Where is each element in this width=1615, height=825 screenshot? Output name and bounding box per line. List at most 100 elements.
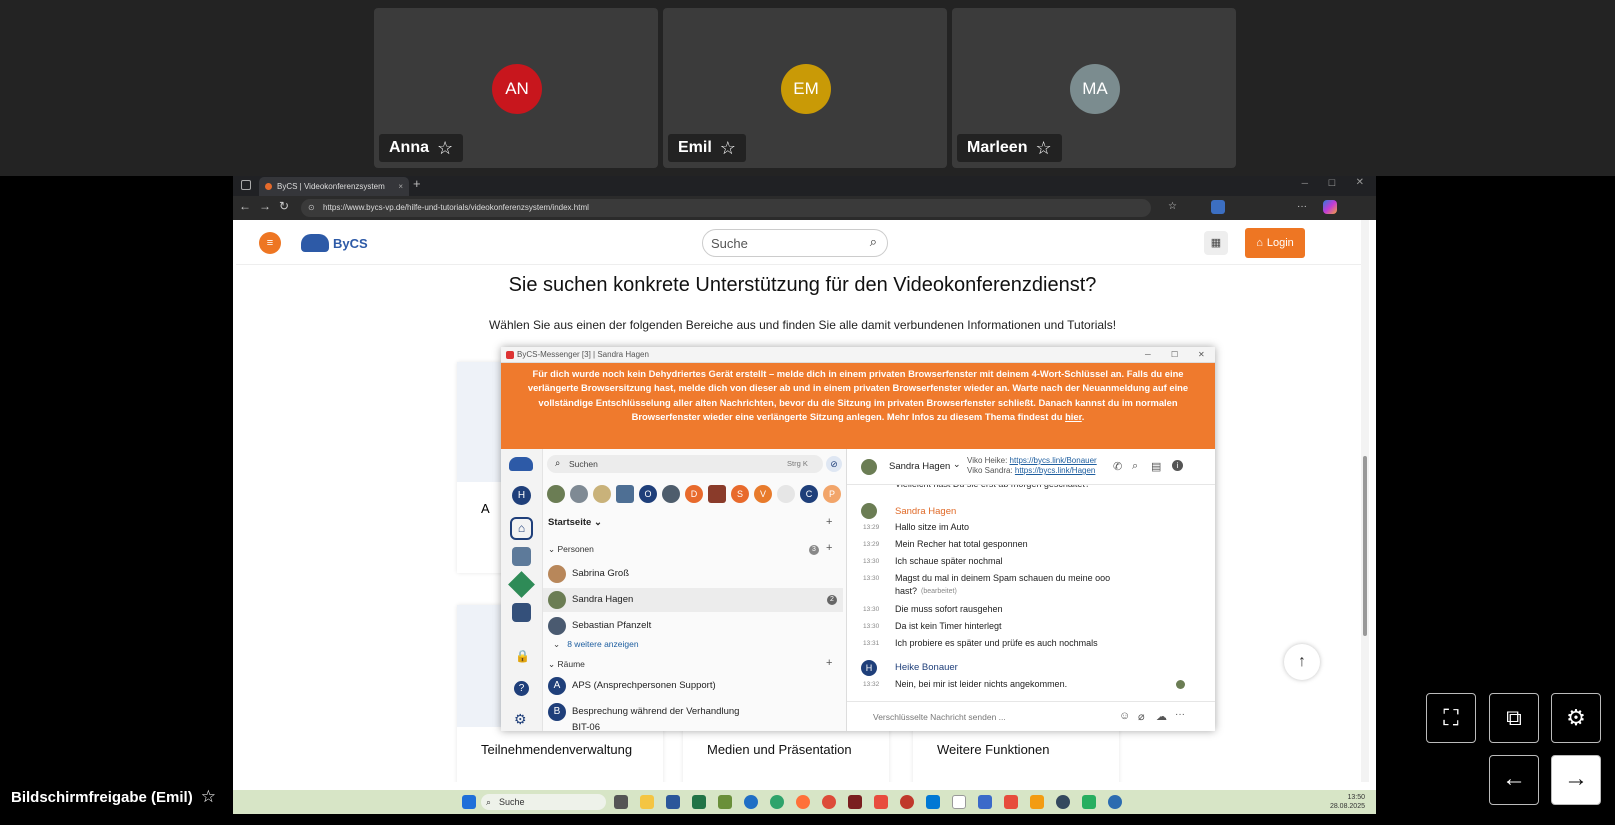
outlook-icon[interactable] (744, 795, 758, 809)
gear-icon[interactable]: ⚙ (514, 711, 527, 728)
messenger-search-input[interactable]: ⌕ Suchen Strg K (547, 455, 823, 473)
sender-name[interactable]: Heike Bonauer (895, 662, 958, 673)
list-item[interactable]: Sebastian Pfanzelt (543, 614, 843, 638)
app-icon[interactable] (1004, 795, 1018, 809)
copilot-icon[interactable] (1323, 200, 1337, 214)
list-item[interactable]: A APS (Ansprechpersonen Support) (543, 674, 843, 698)
message[interactable]: 13:30 Die muss sofort rausgehen (863, 604, 1203, 621)
lock-icon[interactable]: 🔒 (515, 649, 530, 663)
favorite-icon[interactable]: ☆ (1168, 201, 1177, 212)
avatar[interactable]: P (823, 485, 841, 503)
login-button[interactable]: ⌂ Login (1245, 228, 1305, 258)
new-tab-icon[interactable]: + (413, 176, 421, 191)
star-icon[interactable]: ☆ (720, 138, 736, 159)
apps-grid-icon[interactable]: ▦ (1204, 231, 1228, 255)
chat-title[interactable]: Sandra Hagen (889, 461, 950, 472)
list-item[interactable]: B Besprechung während der Verhandlung (543, 700, 843, 724)
layout-button[interactable]: ⧉ (1489, 693, 1539, 743)
avatar[interactable] (570, 485, 588, 503)
chevron-down-icon[interactable]: ⌄ (953, 459, 961, 470)
add-icon[interactable]: + (826, 516, 832, 528)
avatar[interactable]: D (685, 485, 703, 503)
app-icon[interactable] (848, 795, 862, 809)
tab-actions-icon[interactable] (241, 180, 251, 190)
previous-button[interactable]: ← (1489, 755, 1539, 805)
avatar[interactable]: S (731, 485, 749, 503)
more-icon[interactable]: ··· (1297, 201, 1307, 212)
scrollbar[interactable] (1361, 220, 1369, 782)
attachment-icon[interactable]: ⌀ (1138, 710, 1145, 723)
participant-tile[interactable]: EM Emil ☆ (663, 8, 947, 168)
sender-name[interactable]: Sandra Hagen (895, 506, 956, 517)
avatar[interactable] (777, 485, 795, 503)
word-icon[interactable] (666, 795, 680, 809)
banner-link[interactable]: hier (1065, 411, 1082, 422)
taskbar-clock[interactable]: 13:50 28.08.2025 (1315, 793, 1365, 811)
more-icon[interactable]: ··· (1175, 709, 1185, 720)
avatar[interactable]: V (754, 485, 772, 503)
topic-link[interactable]: https://bycs.link/Bonauer (1010, 456, 1097, 465)
message[interactable]: 13:29 Mein Recher hat total gesponnen (863, 539, 1203, 556)
avatar[interactable]: O (639, 485, 657, 503)
settings-icon[interactable] (1108, 795, 1122, 809)
message[interactable]: 13:32 Nein, bei mir ist leider nichts an… (863, 679, 1203, 696)
menu-icon[interactable]: ≡ (259, 232, 281, 254)
message[interactable]: 13:30 Da ist kein Timer hinterlegt (863, 621, 1203, 638)
outlook-icon[interactable] (926, 795, 940, 809)
taskbar-search[interactable]: ⌕ Suche (481, 794, 606, 810)
help-icon[interactable]: ? (514, 681, 529, 696)
list-item[interactable]: Sabrina Groß (543, 562, 843, 586)
search-icon[interactable]: ⌕ (1132, 460, 1138, 473)
star-icon[interactable]: ☆ (437, 138, 453, 159)
browser-tab[interactable]: ByCS | Videokonferenzsystem × (259, 177, 409, 196)
extension-icon[interactable] (1211, 200, 1225, 214)
search-icon[interactable]: ⌕ (870, 234, 877, 250)
url-field[interactable]: ⊙ https://www.bycs-vp.de/hilfe-und-tutor… (301, 199, 1151, 217)
participant-tile[interactable]: AN Anna ☆ (374, 8, 658, 168)
app-icon[interactable] (900, 795, 914, 809)
rooms-section-header[interactable]: ⌄ Räume (548, 659, 585, 670)
start-icon[interactable] (462, 795, 476, 809)
topic-link[interactable]: https://bycs.link/Hagen (1015, 466, 1095, 475)
message[interactable]: 13:30 Ich schaue später nochmal (863, 556, 1203, 573)
add-icon[interactable]: + (826, 657, 832, 669)
list-item[interactable]: BIT-06 (543, 722, 843, 731)
file-icon[interactable] (952, 795, 966, 809)
app-icon[interactable] (978, 795, 992, 809)
maximize-icon[interactable]: ☐ (1328, 178, 1336, 189)
settings-button[interactable]: ⚙ (1551, 693, 1601, 743)
close-icon[interactable]: ✕ (1198, 347, 1205, 363)
star-icon[interactable]: ☆ (201, 787, 216, 807)
task-view-icon[interactable] (614, 795, 628, 809)
space-icon[interactable] (512, 547, 531, 566)
avatar[interactable] (616, 485, 634, 503)
back-icon[interactable]: ← (239, 199, 251, 213)
site-search-input[interactable]: Suche ⌕ (702, 229, 888, 257)
minimize-icon[interactable]: ─ (1302, 178, 1308, 188)
message[interactable]: 13:29 Hallo sitze im Auto (863, 522, 1203, 539)
persons-section-header[interactable]: ⌄ Personen (548, 544, 594, 555)
scroll-top-icon[interactable]: ↑ (1284, 644, 1320, 680)
show-more-link[interactable]: ⌄ 8 weitere anzeigen (553, 639, 639, 650)
minimize-icon[interactable]: ─ (1145, 347, 1151, 363)
explore-icon[interactable]: ⊘ (826, 456, 842, 472)
call-icon[interactable]: ✆ (1113, 460, 1122, 473)
avatar[interactable]: C (800, 485, 818, 503)
fullscreen-button[interactable]: ⛶ (1426, 693, 1476, 743)
avatar[interactable] (708, 485, 726, 503)
emoji-icon[interactable]: ☺ (1119, 710, 1130, 722)
star-icon[interactable]: ☆ (1035, 138, 1051, 159)
info-icon[interactable]: i (1172, 460, 1183, 471)
space-avatar[interactable]: H (512, 486, 531, 505)
next-button[interactable]: → (1551, 755, 1601, 805)
avatar[interactable] (662, 485, 680, 503)
edge-icon[interactable] (770, 795, 784, 809)
avatar[interactable] (547, 485, 565, 503)
space-icon[interactable] (508, 571, 535, 598)
participant-tile[interactable]: MA Marleen ☆ (952, 8, 1236, 168)
threads-icon[interactable]: ▤ (1151, 460, 1161, 473)
excel-icon[interactable] (692, 795, 706, 809)
app-icon[interactable] (718, 795, 732, 809)
message-input[interactable]: Verschlüsselte Nachricht senden ... (873, 712, 1006, 722)
app-icon[interactable] (1030, 795, 1044, 809)
